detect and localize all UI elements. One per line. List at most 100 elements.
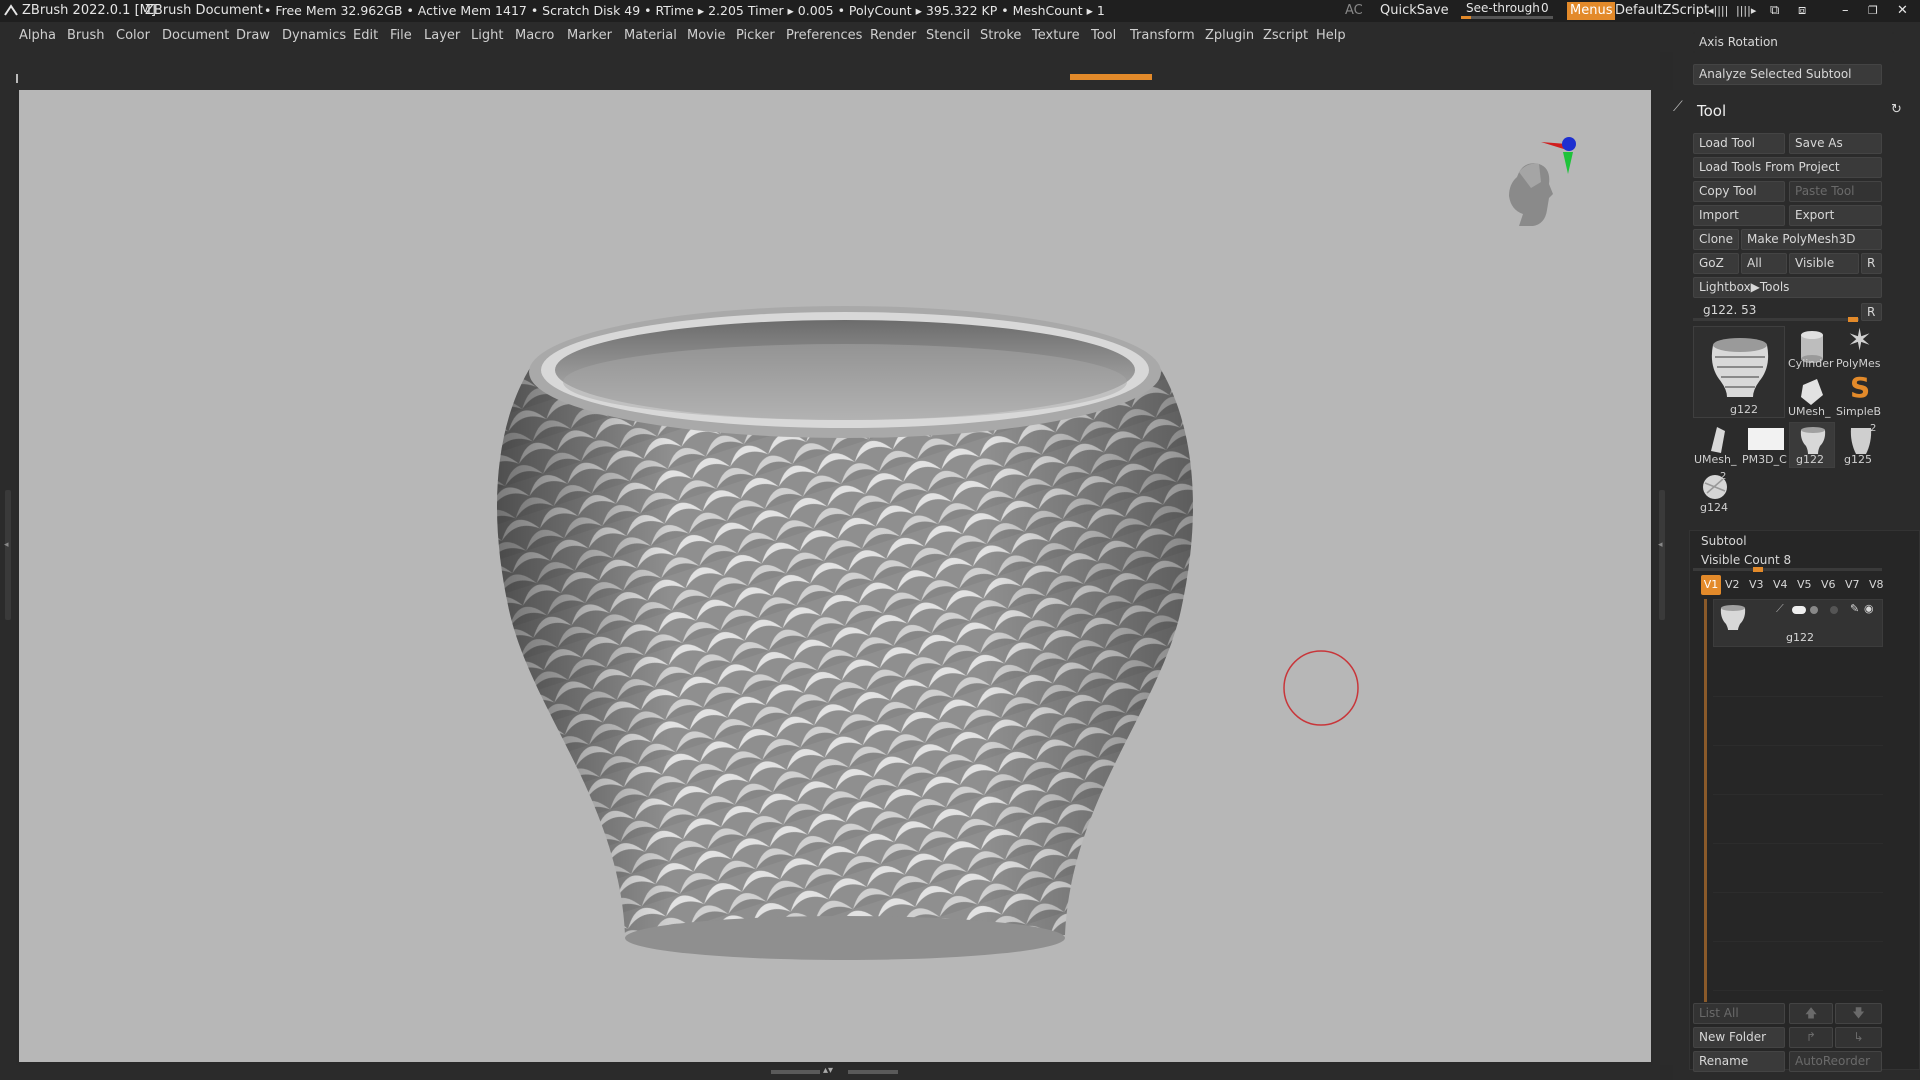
tool-thumb-g122[interactable]: g122 (1789, 422, 1835, 468)
tool-thumb-cylinder[interactable]: Cylinder (1787, 326, 1834, 372)
autoreorder-button[interactable]: AutoReorder (1789, 1051, 1882, 1072)
version-v2-button[interactable]: V2 (1725, 578, 1740, 591)
menu-stencil[interactable]: Stencil (926, 28, 970, 43)
export-button[interactable]: Export (1789, 205, 1882, 226)
goz-r-button[interactable]: R (1861, 253, 1882, 274)
clone-button[interactable]: Clone (1693, 229, 1739, 250)
load-tools-from-project-button[interactable]: Load Tools From Project (1693, 157, 1882, 178)
subtool-edit-icon[interactable]: ✎ (1850, 602, 1859, 615)
load-tool-button[interactable]: Load Tool (1693, 133, 1785, 154)
menu-layer[interactable]: Layer (424, 28, 460, 43)
menu-stroke[interactable]: Stroke (980, 28, 1021, 43)
move-out-folder-icon[interactable]: ↳ (1835, 1027, 1882, 1048)
menu-tool[interactable]: Tool (1091, 28, 1116, 43)
menu-movie[interactable]: Movie (687, 28, 725, 43)
tool-pin-icon[interactable]: ⟋ (1673, 99, 1683, 115)
version-v7-button[interactable]: V7 (1845, 578, 1860, 591)
menu-transform[interactable]: Transform (1130, 28, 1195, 43)
tool-thumb-g124[interactable]: 2 g124 (1693, 470, 1739, 516)
bottom-tray-grip-left[interactable] (771, 1070, 820, 1074)
version-v6-button[interactable]: V6 (1821, 578, 1836, 591)
goz-button[interactable]: GoZ (1693, 253, 1739, 274)
move-up-arrow-icon[interactable]: 🡅 (1789, 1003, 1833, 1024)
version-v5-button[interactable]: V5 (1797, 578, 1812, 591)
tool-thumb-polymesh[interactable]: ✶ PolyMes (1835, 323, 1881, 372)
menu-preferences[interactable]: Preferences (786, 28, 862, 43)
layout-right-icon[interactable]: ||||▸ (1736, 0, 1756, 22)
menu-alpha[interactable]: Alpha (19, 28, 56, 43)
swap-window-icon[interactable]: ⧈ (1798, 0, 1806, 22)
tool-title[interactable]: Tool (1697, 102, 1726, 120)
current-tool-r-button[interactable]: R (1861, 303, 1882, 321)
tool-thumb-g125[interactable]: 2 g125 (1837, 422, 1883, 468)
menu-color[interactable]: Color (116, 28, 150, 43)
menu-document[interactable]: Document (162, 28, 229, 43)
version-v3-button[interactable]: V3 (1749, 578, 1764, 591)
right-tray-handle[interactable] (1659, 490, 1665, 620)
menu-marker[interactable]: Marker (567, 28, 612, 43)
save-as-button[interactable]: Save As (1789, 133, 1882, 154)
maximize-icon[interactable]: ❐ (1868, 0, 1878, 22)
menu-edit[interactable]: Edit (353, 28, 378, 43)
version-v8-button[interactable]: V8 (1869, 578, 1884, 591)
right-tray-arrow-icon[interactable]: ◂ (1658, 540, 1663, 550)
subtool-title[interactable]: Subtool (1701, 534, 1747, 548)
document-canvas[interactable] (19, 90, 1651, 1062)
menu-help[interactable]: Help (1316, 28, 1346, 43)
goz-visible-button[interactable]: Visible (1789, 253, 1859, 274)
vase-model[interactable] (19, 90, 1651, 1062)
menu-light[interactable]: Light (471, 28, 503, 43)
subtool-brush-icon[interactable]: ⟋ (1776, 602, 1784, 616)
analyze-selected-subtool-button[interactable]: Analyze Selected Subtool (1693, 64, 1882, 85)
subtool-toggle-icon[interactable] (1792, 606, 1806, 614)
lightbox-tools-button[interactable]: Lightbox▶Tools (1693, 277, 1882, 298)
clone-window-icon[interactable]: ⧉ (1770, 0, 1779, 22)
menus-toggle[interactable]: Menus (1567, 2, 1616, 20)
make-polymesh3d-button[interactable]: Make PolyMesh3D (1741, 229, 1882, 250)
bottom-tray-grip-right[interactable] (848, 1070, 898, 1074)
navigation-head-icon[interactable] (1499, 130, 1579, 230)
bottom-tray-arrow-icon[interactable]: ▴▾ (823, 1065, 833, 1076)
menu-macro[interactable]: Macro (515, 28, 554, 43)
minimize-icon[interactable]: – (1842, 0, 1849, 22)
axis-rotation-button[interactable]: Axis Rotation (1693, 32, 1894, 53)
tool-thumb-pm3d[interactable]: PM3D_C (1741, 422, 1787, 468)
subtool-visibility-eye-icon[interactable]: ◉ (1864, 602, 1874, 615)
subtool-polypaint-icon[interactable] (1810, 606, 1818, 614)
left-tray-handle[interactable] (5, 490, 11, 620)
paste-tool-button[interactable]: Paste Tool (1789, 181, 1882, 202)
current-tool-slider[interactable] (1693, 317, 1859, 322)
menu-zscript[interactable]: Zscript (1263, 28, 1308, 43)
new-folder-button[interactable]: New Folder (1693, 1027, 1785, 1048)
rename-button[interactable]: Rename (1693, 1051, 1785, 1072)
menu-dynamics[interactable]: Dynamics (282, 28, 346, 43)
goz-all-button[interactable]: All (1741, 253, 1787, 274)
menu-material[interactable]: Material (624, 28, 677, 43)
left-tray-arrow-icon[interactable]: ◂ (4, 540, 9, 550)
tool-thumb-umesh-1[interactable]: UMesh_ (1787, 374, 1833, 420)
menu-file[interactable]: File (390, 28, 412, 43)
layout-left-icon[interactable]: ◂|||| (1708, 0, 1728, 22)
version-v4-button[interactable]: V4 (1773, 578, 1788, 591)
menu-texture[interactable]: Texture (1032, 28, 1080, 43)
visible-count-slider[interactable] (1693, 567, 1882, 572)
subtool-solo-icon[interactable] (1830, 606, 1838, 614)
version-v1-button[interactable]: V1 (1701, 575, 1721, 595)
menu-picker[interactable]: Picker (736, 28, 775, 43)
quicksave-button[interactable]: QuickSave (1380, 0, 1449, 22)
tool-thumb-g122-main[interactable]: g122 (1693, 326, 1785, 418)
tool-thumb-simplebrush[interactable]: S SimpleB (1835, 371, 1881, 420)
close-icon[interactable]: ✕ (1897, 0, 1908, 22)
move-into-folder-icon[interactable]: ↱ (1789, 1027, 1833, 1048)
default-zscript-button[interactable]: DefaultZScript (1615, 0, 1709, 22)
see-through-slider[interactable] (1461, 16, 1553, 19)
tool-refresh-icon[interactable]: ↻ (1891, 102, 1902, 117)
subtool-item-g122[interactable]: ⟋ ✎ ◉ g122 (1713, 599, 1883, 647)
menu-zplugin[interactable]: Zplugin (1205, 28, 1254, 43)
menu-draw[interactable]: Draw (236, 28, 270, 43)
subtool-scrollbar[interactable] (1704, 599, 1707, 1002)
import-button[interactable]: Import (1693, 205, 1785, 226)
tool-thumb-umesh-2[interactable]: UMesh_ (1693, 422, 1739, 468)
copy-tool-button[interactable]: Copy Tool (1693, 181, 1785, 202)
move-down-arrow-icon[interactable]: 🡇 (1835, 1003, 1882, 1024)
